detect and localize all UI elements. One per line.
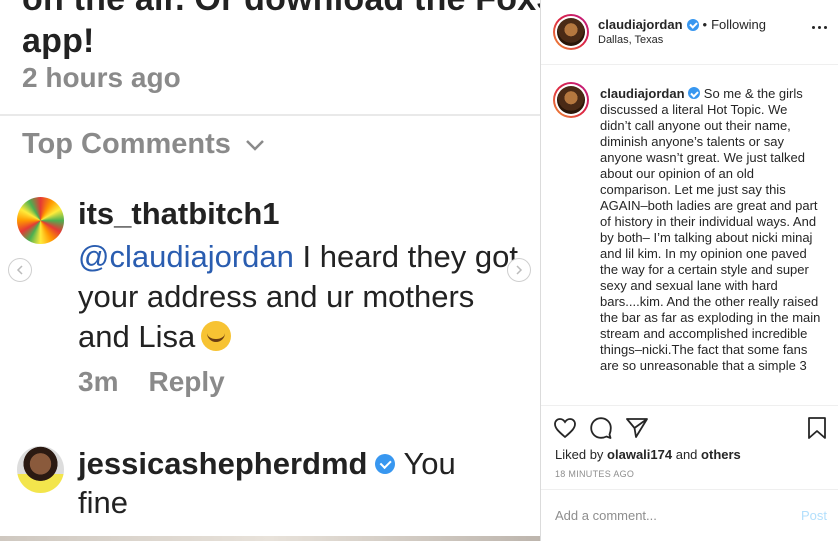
comment-icon[interactable] [589, 416, 613, 440]
comment-meta: 3m Reply [78, 366, 225, 398]
verified-badge-icon [375, 454, 396, 474]
verified-badge-icon [688, 87, 701, 99]
comment-username: its_thatbitch1 [78, 196, 280, 231]
divider [0, 114, 540, 116]
heart-icon[interactable] [553, 416, 577, 440]
comment-time: 3m [78, 366, 119, 397]
story-time-ago: 2 hours ago [22, 62, 181, 93]
verified-badge-icon [686, 18, 699, 31]
comment-text: jessicashepherdmd You [78, 446, 456, 482]
caption-username[interactable]: claudiajordan [600, 86, 685, 101]
caption-author-avatar[interactable] [553, 82, 589, 118]
comment-composer: Add a comment... Post [541, 489, 838, 541]
laughing-emoji-icon [201, 321, 232, 351]
caption-text: So me & the girls discussed a literal Ho… [600, 86, 821, 373]
add-comment-input[interactable]: Add a comment... [555, 508, 657, 523]
top-comments-header: Top Comments [22, 128, 265, 161]
post-timestamp: 18 MINUTES AGO [555, 469, 635, 479]
story-screenshot: on the air. Or download the FoxSoul app!… [0, 0, 540, 541]
likes-user[interactable]: olawali174 [607, 447, 672, 462]
save-button[interactable] [805, 416, 829, 445]
commenter-avatar [17, 446, 64, 493]
likes-and: and [675, 447, 698, 462]
likes-others[interactable]: others [701, 447, 741, 462]
more-options-icon[interactable] [812, 26, 827, 29]
action-icons [553, 416, 649, 440]
comment-mention: @claudiajordan [78, 239, 294, 274]
author-line: claudiajordan • Following [598, 17, 766, 32]
story-headline-line-1: on the air. Or download the FoxSoul [22, 0, 540, 20]
follow-status-button[interactable]: Following [711, 17, 766, 32]
comment-text: @claudiajordan I heard they got your add… [78, 237, 518, 357]
comment-username: jessicashepherdmd [78, 446, 368, 481]
post-sidebar: claudiajordan • Following Dallas, Texas … [540, 0, 838, 541]
author-avatar[interactable] [553, 14, 589, 50]
top-comments-label: Top Comments [22, 128, 231, 160]
carousel-prev-button[interactable] [8, 258, 32, 282]
post-header: claudiajordan • Following Dallas, Texas [541, 0, 838, 65]
comment-body: You [403, 446, 456, 481]
story-headline: on the air. Or download the FoxSoul app! [22, 0, 540, 62]
chevron-right-icon [516, 265, 523, 275]
bookmark-icon [808, 417, 826, 439]
commenter-avatar [17, 197, 64, 244]
story-headline-line-2: app! [22, 22, 95, 60]
post-caption: claudiajordan So me & the girls discusse… [600, 86, 822, 402]
separator-dot: • [702, 17, 708, 32]
image-edge [0, 536, 540, 541]
chevron-left-icon [16, 265, 23, 275]
post-comment-button[interactable]: Post [801, 508, 827, 523]
likes-prefix: Liked by [555, 447, 604, 462]
comment-reply: Reply [148, 366, 225, 397]
post-location[interactable]: Dallas, Texas [598, 34, 663, 46]
share-icon[interactable] [625, 416, 649, 440]
carousel-next-button[interactable] [507, 258, 531, 282]
comment-body-continued: fine [78, 485, 128, 520]
author-username[interactable]: claudiajordan [598, 17, 683, 32]
chevron-down-icon [246, 139, 264, 151]
likes-summary: Liked by olawali174 and others [555, 447, 741, 462]
